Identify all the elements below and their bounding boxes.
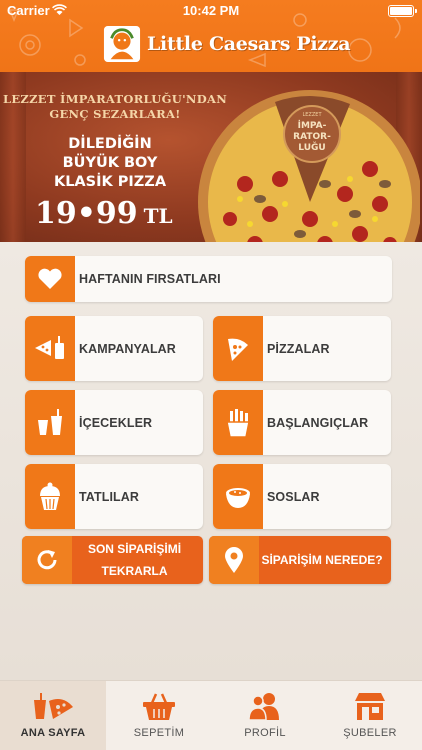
starters-label: BAŞLANGIÇLAR [267, 415, 369, 430]
app-screen: Carrier 10:42 PM Little Caesars Pizza LE… [0, 0, 422, 750]
tab-stores-label: ŞUBELER [343, 727, 397, 739]
campaigns-label: KAMPANYALAR [79, 341, 176, 356]
seal-line2: RATOR- [293, 132, 331, 142]
reorder-label: SON SİPARİŞİMİ TEKRARLA [72, 538, 203, 582]
brand-name: Little Caesars Pizza [147, 33, 351, 55]
clock: 10:42 PM [182, 3, 240, 18]
refresh-icon [22, 536, 72, 584]
tab-home-label: ANA SAYFA [20, 727, 86, 739]
drinks-label: İÇECEKLER [79, 415, 153, 430]
starters-button[interactable]: BAŞLANGIÇLAR [213, 390, 391, 455]
seal-top-text: LEZZET [302, 112, 322, 118]
banner-price: 19•99 TL [35, 196, 173, 231]
desserts-button[interactable]: TATLILAR [25, 464, 203, 529]
sauce-bowl-icon [213, 464, 263, 529]
price-currency: TL [143, 204, 173, 228]
tab-home[interactable]: ANA SAYFA [0, 681, 106, 750]
users-icon [247, 689, 283, 723]
drinks-icon [25, 390, 75, 455]
seal-line3: LUĞU [298, 141, 325, 153]
pizzas-label: PİZZALAR [267, 341, 330, 356]
cupcake-icon [25, 464, 75, 529]
tab-basket[interactable]: SEPETİM [106, 681, 212, 750]
promo-banner[interactable]: LEZZET İMPARATORLUĞU'NDAN GENÇ SEZARLARA… [0, 72, 422, 242]
reorder-label-line1: SON SİPARİŞİMİ [87, 542, 182, 556]
home-food-icon [31, 689, 75, 723]
pizzas-button[interactable]: PİZZALAR [213, 316, 391, 381]
sauces-button[interactable]: SOSLAR [213, 464, 391, 529]
little-caesars-logo-icon [103, 25, 141, 63]
reorder-button[interactable]: SON SİPARİŞİMİ TEKRARLA [22, 536, 203, 584]
basket-icon [142, 689, 176, 723]
tab-bar: ANA SAYFA SEPETİM PROFİL ŞUBELER [0, 680, 422, 750]
tab-basket-label: SEPETİM [133, 727, 185, 739]
fries-icon [213, 390, 263, 455]
status-bar: Carrier 10:42 PM [0, 0, 422, 22]
drinks-button[interactable]: İÇECEKLER [25, 390, 203, 455]
brand-logo: Little Caesars Pizza [103, 24, 351, 64]
desserts-label: TATLILAR [79, 489, 140, 504]
campaigns-button[interactable]: KAMPANYALAR [25, 316, 203, 381]
app-header: Carrier 10:42 PM Little Caesars Pizza [0, 0, 422, 72]
deals-label: HAFTANIN FIRSATLARI [79, 272, 221, 286]
location-pin-icon [209, 536, 259, 584]
track-order-button[interactable]: SİPARİŞİM NEREDE? [209, 536, 391, 584]
price-value: 19•99 [35, 196, 138, 231]
pizza-slice-icon [213, 316, 263, 381]
seal-line1: İMPA- [298, 120, 327, 131]
tab-profile[interactable]: PROFİL [212, 681, 318, 750]
track-order-label: SİPARİŞİM NEREDE? [261, 553, 383, 567]
deals-button[interactable]: HAFTANIN FIRSATLARI [25, 256, 392, 302]
heart-icon [25, 256, 75, 302]
battery-icon [388, 5, 417, 17]
pizza-drink-icon [25, 316, 75, 381]
pizza-image: LEZZET İMPA- RATOR- LUĞU [198, 90, 420, 242]
store-icon [353, 689, 387, 723]
reorder-label-line2: TEKRARLA [101, 564, 168, 578]
tab-profile-label: PROFİL [244, 727, 286, 739]
tab-stores[interactable]: ŞUBELER [318, 681, 422, 750]
menu-area: HAFTANIN FIRSATLARI KAMPANYALAR PİZZALAR… [0, 242, 422, 680]
sauces-label: SOSLAR [267, 489, 320, 504]
